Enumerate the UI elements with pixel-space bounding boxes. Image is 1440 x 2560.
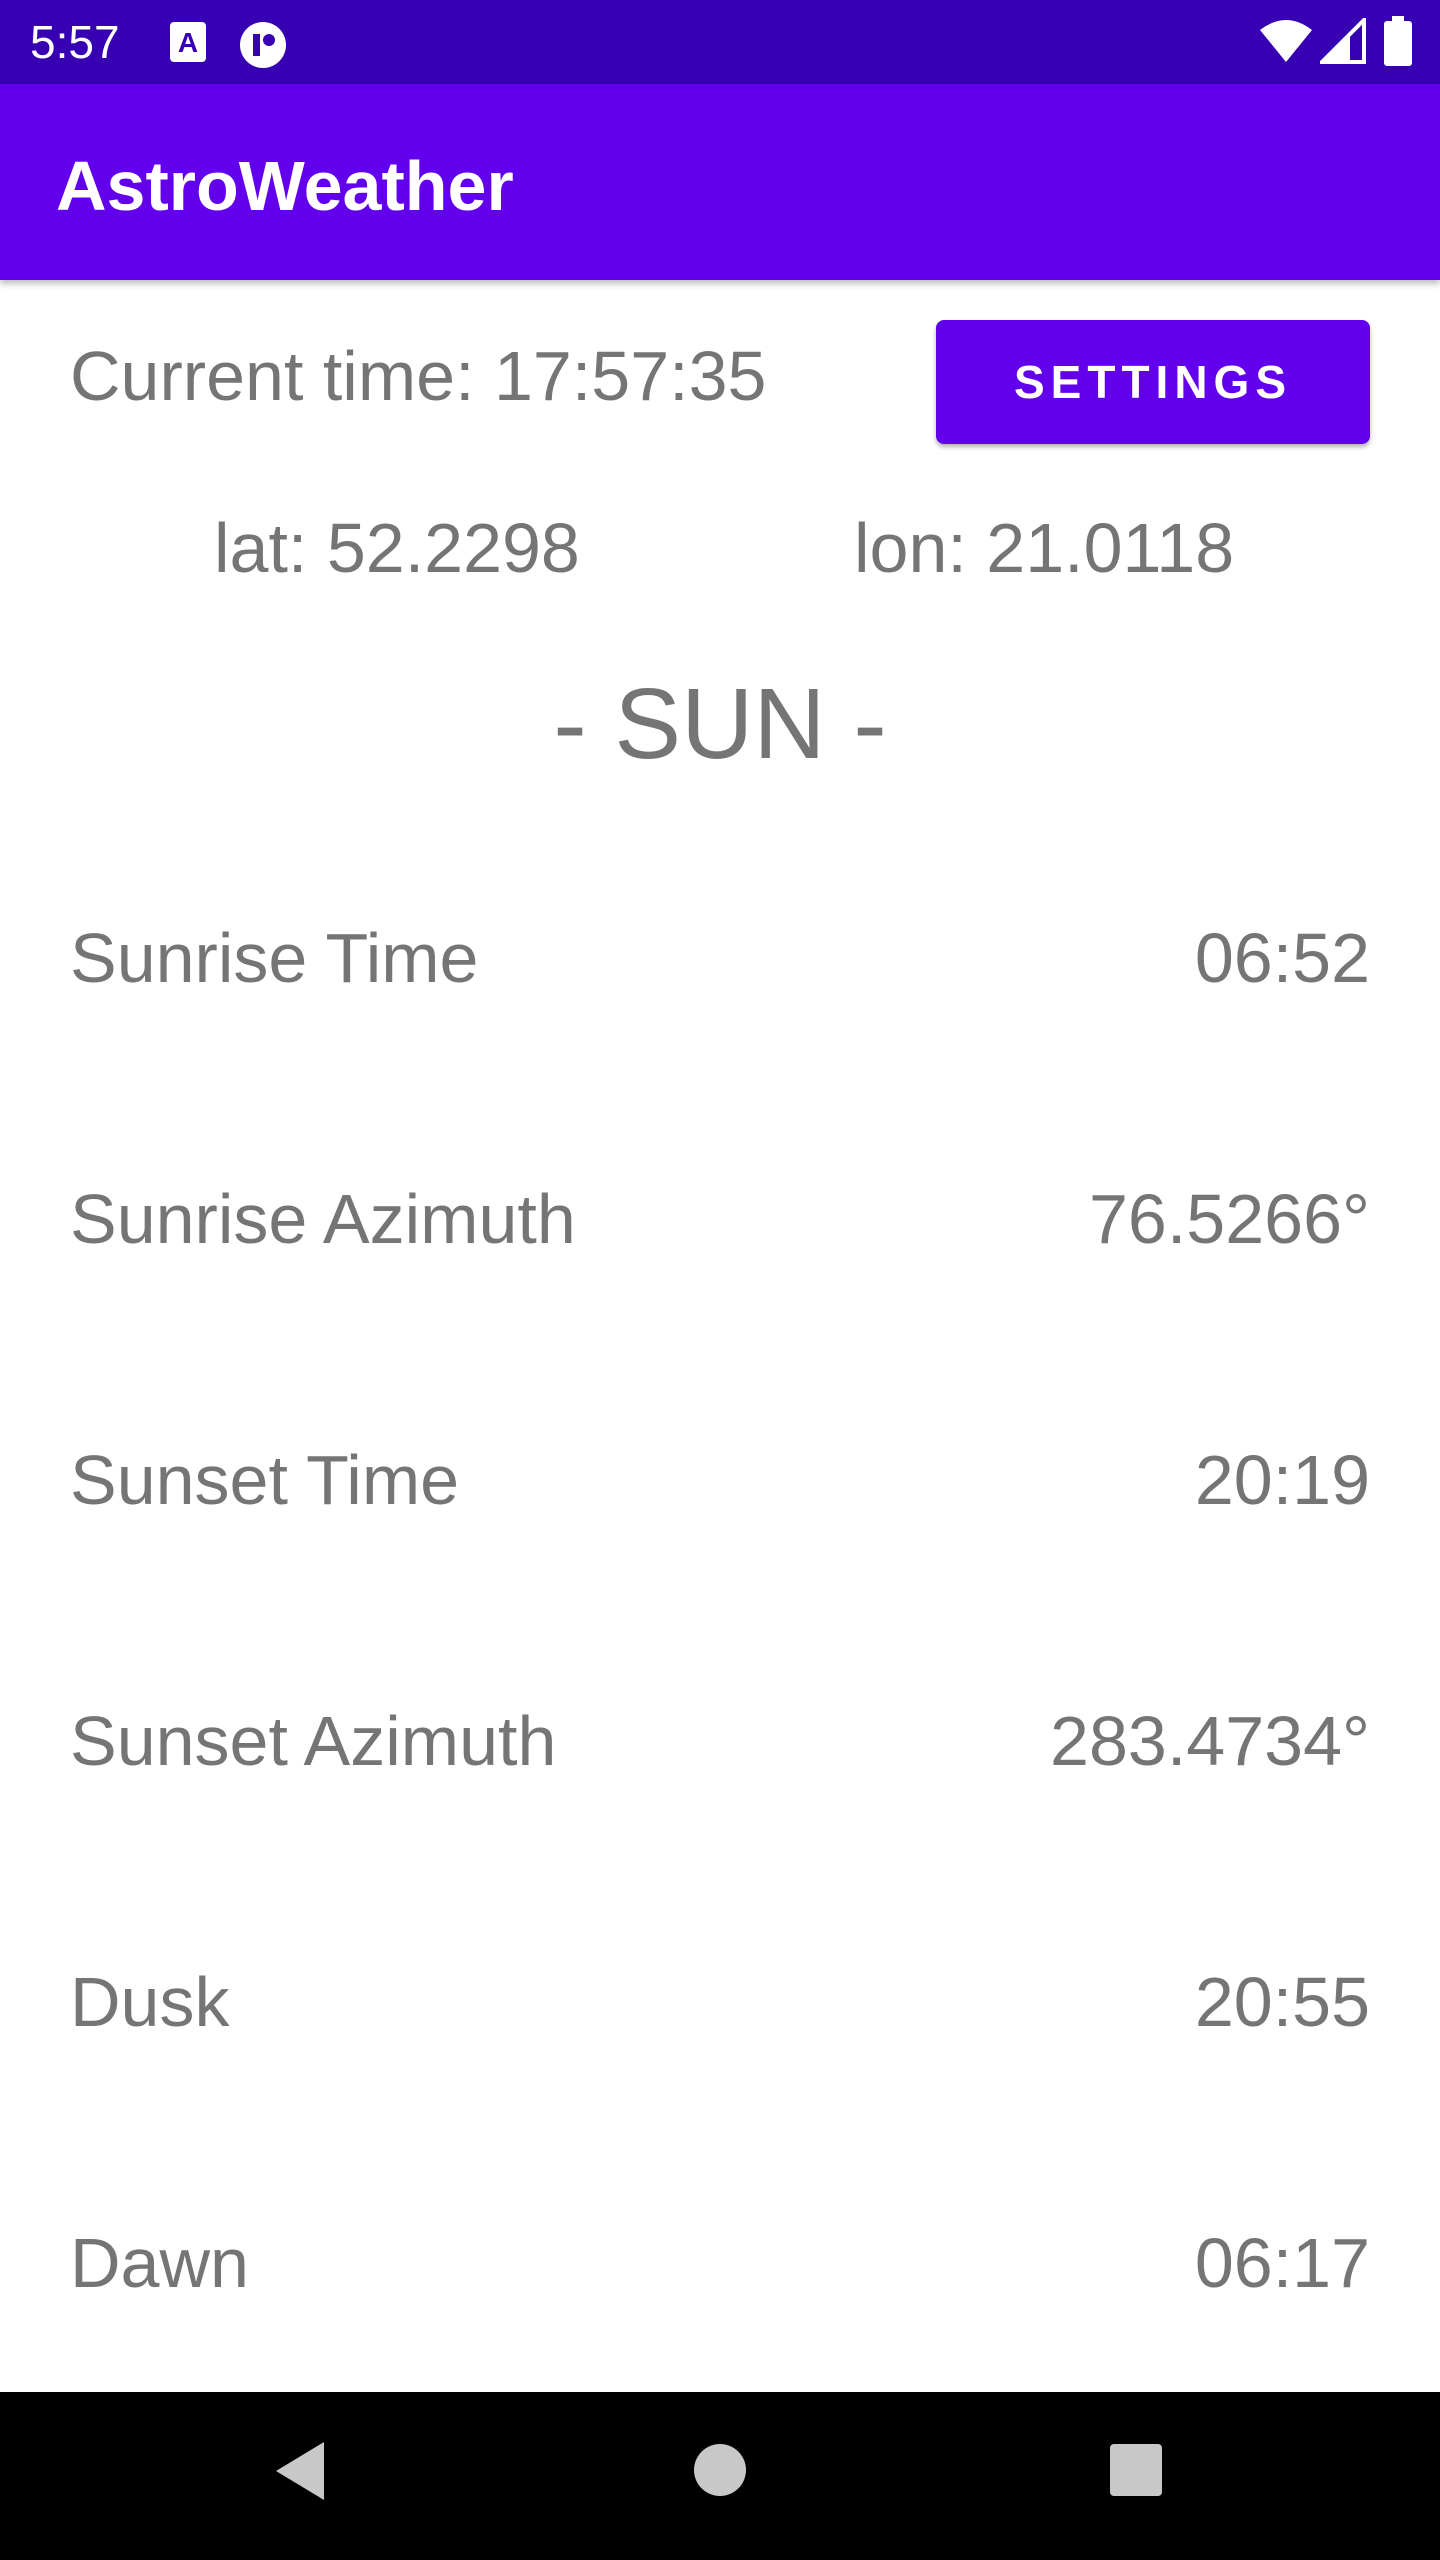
navigation-bar <box>0 2392 1440 2560</box>
sunset-azimuth-row: Sunset Azimuth 283.4734° <box>70 1691 1370 1791</box>
status-time: 5:57 <box>30 16 120 68</box>
section-title: - SUN - <box>553 668 887 780</box>
dawn-row: Dawn 06:17 <box>70 2213 1370 2313</box>
battery-icon <box>1384 16 1412 71</box>
row-label: Sunset Time <box>70 1441 460 1519</box>
sunset-time-row: Sunset Time 20:19 <box>70 1430 1370 1530</box>
sunrise-azimuth-row: Sunrise Azimuth 76.5266° <box>70 1169 1370 1269</box>
row-value: 20:19 <box>1194 1441 1370 1519</box>
latitude-label: lat: 52.2298 <box>214 509 580 587</box>
row-value: 20:55 <box>1194 1963 1370 2041</box>
sunrise-time-row: Sunrise Time 06:52 <box>70 908 1370 1008</box>
recents-icon[interactable] <box>1108 2442 1164 2503</box>
row-value: 76.5266° <box>1088 1180 1370 1258</box>
settings-button[interactable]: SETTINGS <box>936 320 1370 444</box>
longitude-label: lon: 21.0118 <box>854 509 1235 587</box>
back-icon[interactable] <box>270 2436 330 2511</box>
main-content: Current time: 17:57:35 SETTINGS lat: 52.… <box>0 280 1440 2392</box>
row-value: 06:52 <box>1194 919 1370 997</box>
signal-icon <box>1317 15 1366 69</box>
row-value: 283.4734° <box>1050 1702 1370 1780</box>
row-label: Sunrise Time <box>70 919 479 997</box>
dusk-row: Dusk 20:55 <box>70 1952 1370 2052</box>
home-icon[interactable] <box>692 2442 748 2503</box>
svg-text:A: A <box>178 27 198 58</box>
wifi-icon <box>1258 18 1314 69</box>
row-label: Dusk <box>70 1963 230 2041</box>
a-notification-icon: A <box>168 20 208 69</box>
status-bar: 5:57 A <box>0 0 1440 84</box>
app-bar: AstroWeather <box>0 84 1440 280</box>
app-notification-icon <box>238 20 288 75</box>
row-label: Sunset Azimuth <box>70 1702 557 1780</box>
row-value: 06:17 <box>1194 2224 1370 2302</box>
app-title: AstroWeather <box>56 147 514 225</box>
current-time-label: Current time: 17:57:35 <box>70 337 767 415</box>
row-label: Dawn <box>70 2224 249 2302</box>
row-label: Sunrise Azimuth <box>70 1180 576 1258</box>
